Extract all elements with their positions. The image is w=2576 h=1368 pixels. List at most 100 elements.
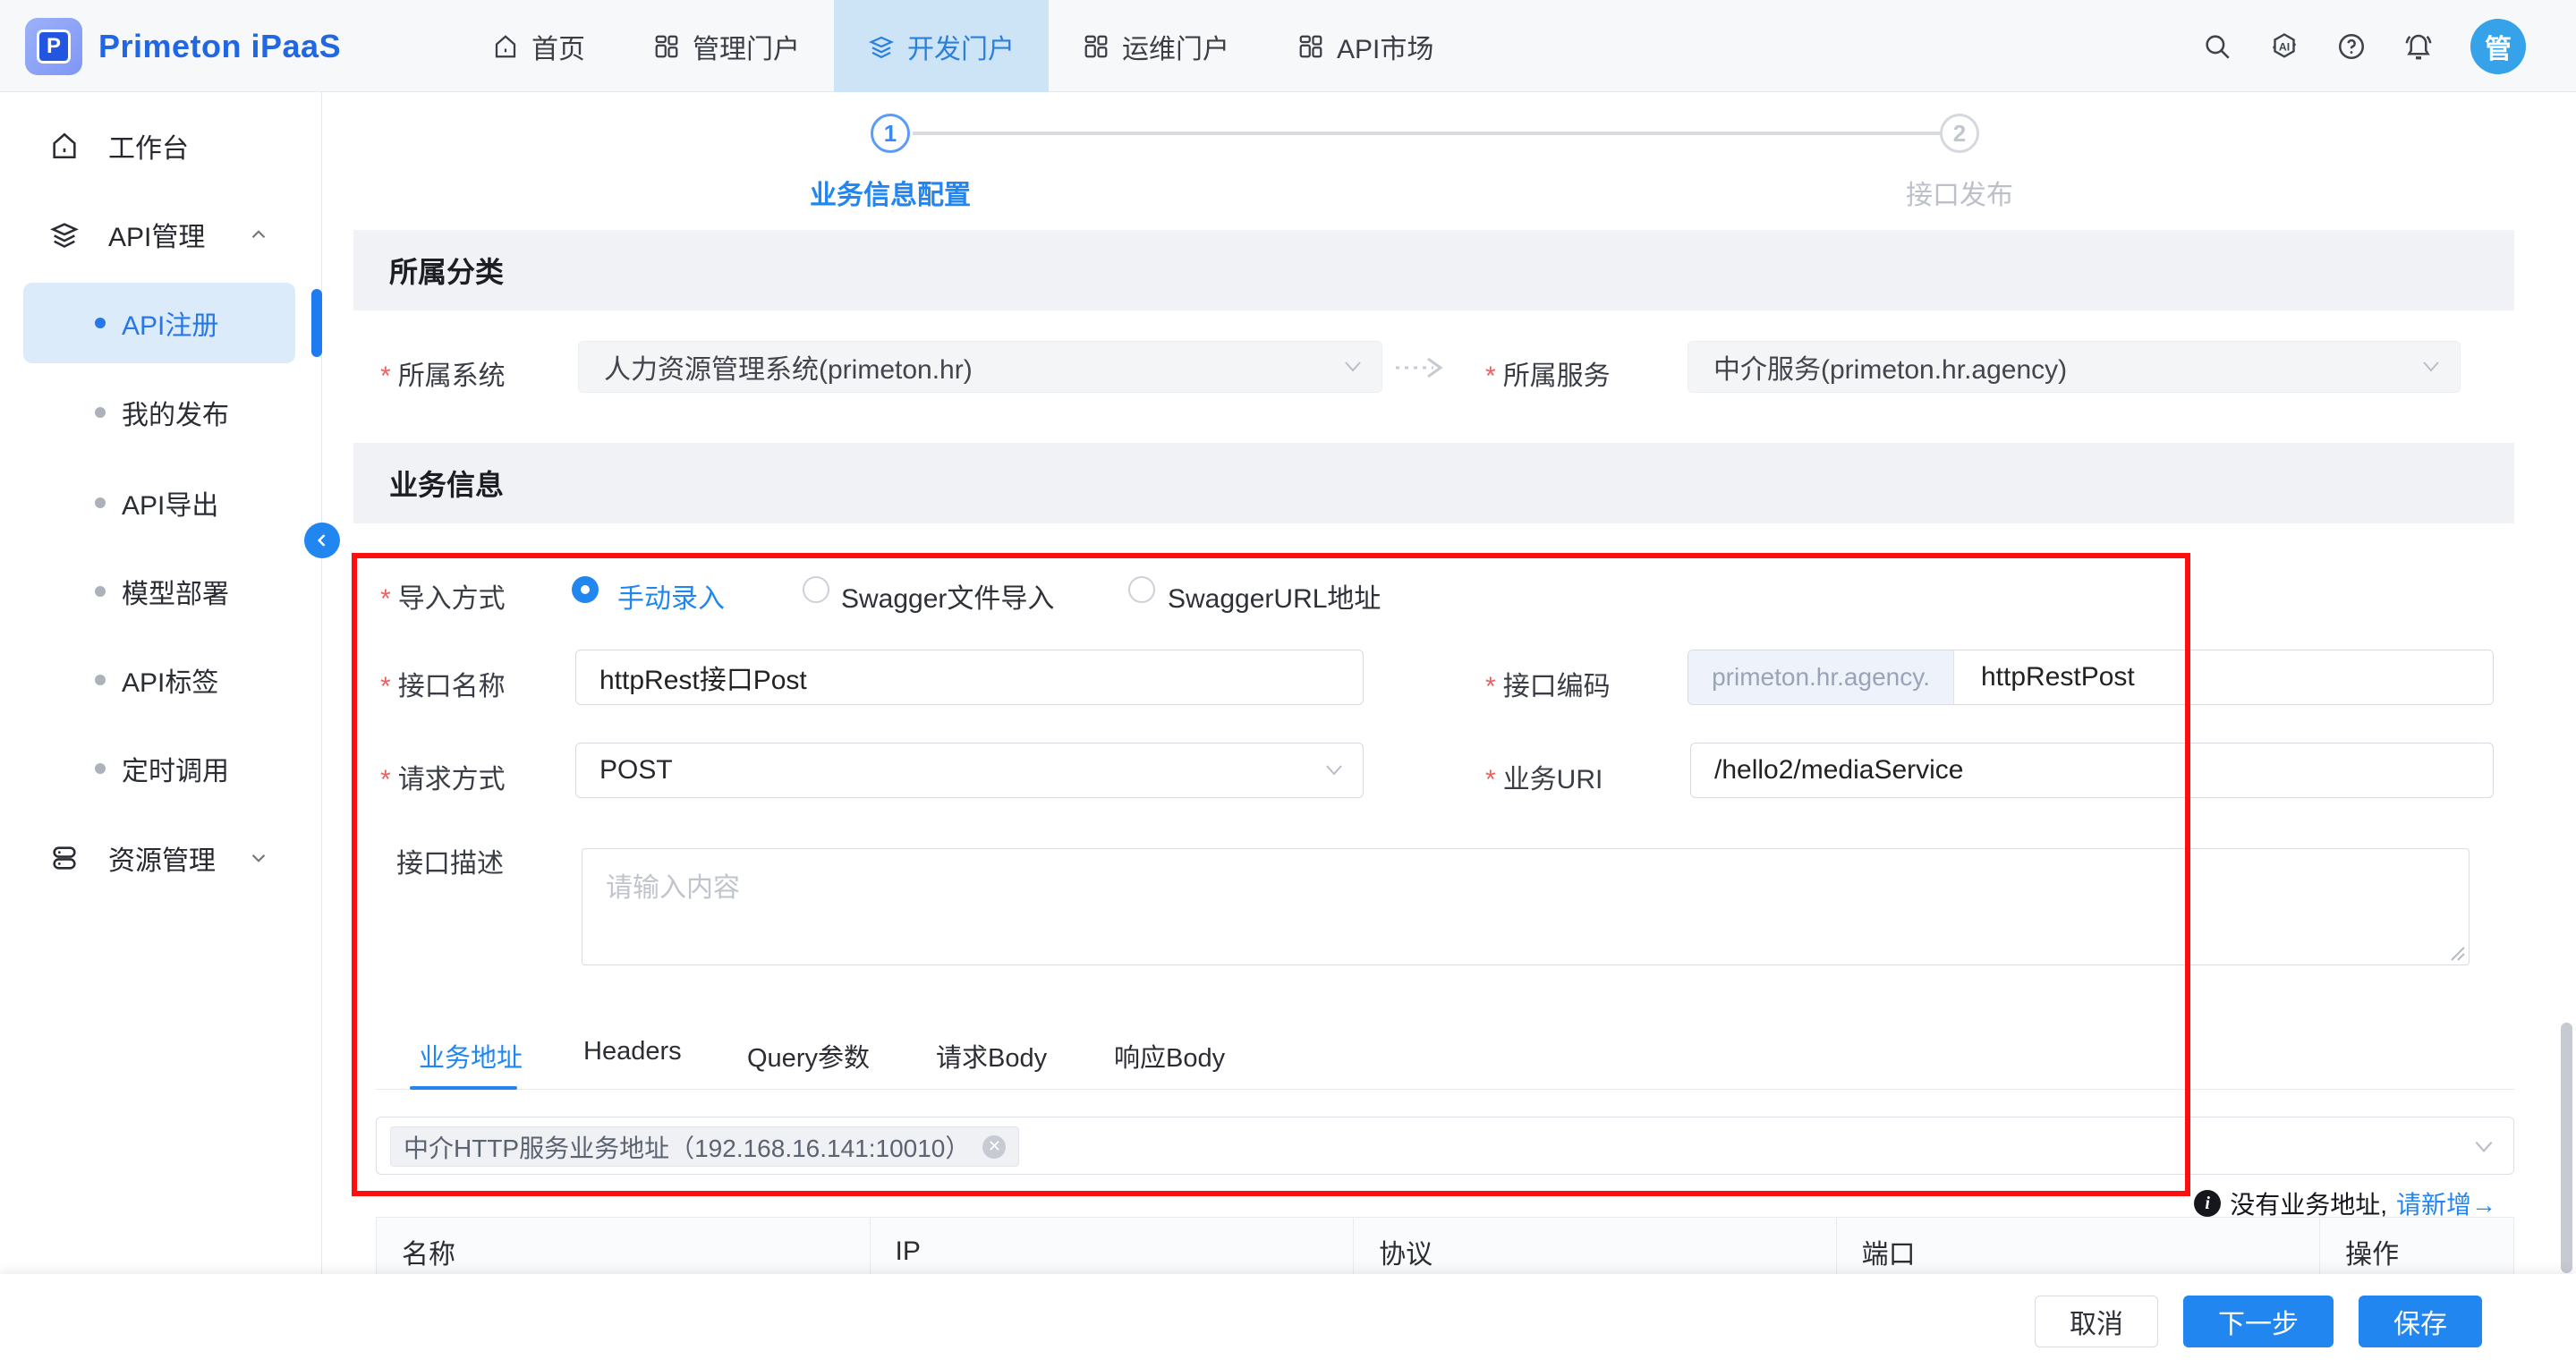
table-header-port: 端口 [1837, 1218, 2321, 1274]
nav-item-label: 开发门户 [907, 27, 1015, 66]
field-label-api-code: *接口编码 [1485, 664, 1611, 703]
nav-item-api-market[interactable]: API市场 [1263, 0, 1467, 92]
api-code-control: primeton.hr.agency. [1688, 650, 2494, 705]
active-tab-underline [410, 1086, 517, 1090]
system-select[interactable]: 人力资源管理系统(primeton.hr) [578, 341, 1382, 393]
sidebar-item-model-deploy[interactable]: 模型部署 [0, 547, 322, 635]
cancel-button[interactable]: 取消 [2035, 1296, 2158, 1347]
radio-manual-entry[interactable] [572, 576, 599, 603]
field-label-import-mode: *导入方式 [380, 576, 506, 616]
vertical-scrollbar-thumb[interactable] [2561, 1023, 2572, 1273]
field-label-uri: *业务URI [1485, 757, 1603, 796]
nav-item-label: 运维门户 [1122, 27, 1229, 66]
chevron-down-icon [2420, 360, 2442, 374]
step-1-circle: 1 [871, 114, 910, 153]
sidebar-item-label: 我的发布 [122, 393, 229, 432]
home-icon [492, 33, 519, 60]
sidebar-item-label: 模型部署 [122, 572, 229, 611]
nav-item-dev-portal[interactable]: 开发门户 [834, 0, 1049, 92]
tab-business-address[interactable]: 业务地址 [419, 1037, 523, 1075]
method-select[interactable]: POST [575, 743, 1364, 798]
help-icon[interactable] [2336, 31, 2367, 62]
sidebar-item-resource-management[interactable]: 资源管理 [0, 813, 322, 902]
bullet-dot-icon [95, 763, 106, 774]
nav-item-admin-portal[interactable]: 管理门户 [619, 0, 834, 92]
chevron-down-icon [1342, 360, 1364, 374]
sidebar-item-label: API注册 [122, 303, 218, 343]
radio-label-swagger-url[interactable]: SwaggerURL地址 [1168, 576, 1381, 616]
tabs-divider [376, 1089, 2514, 1090]
brand-logo-icon: P [25, 18, 82, 75]
bullet-dot-icon [95, 497, 106, 508]
navbar-actions: AI 管 [2202, 0, 2526, 92]
nav-item-label: API市场 [1337, 27, 1433, 66]
brand-logo-letter: P [37, 30, 71, 64]
service-select-value: 中介服务(primeton.hr.agency) [1713, 347, 2067, 387]
sidebar-item-api-export[interactable]: API导出 [0, 458, 322, 547]
field-label-api-name: *接口名称 [380, 664, 506, 703]
save-button[interactable]: 保存 [2359, 1296, 2482, 1347]
brand-name: Primeton iPaaS [98, 28, 341, 65]
sidebar-item-api-management[interactable]: API管理 [0, 190, 322, 278]
radio-label-swagger-file[interactable]: Swagger文件导入 [841, 576, 1054, 616]
description-textarea[interactable] [582, 848, 2470, 965]
sidebar-item-my-publish[interactable]: 我的发布 [0, 368, 322, 456]
address-tag: 中介HTTP服务业务地址（192.168.16.141:10010） ✕ [390, 1126, 1019, 1167]
info-icon: i [2194, 1190, 2221, 1217]
business-address-select[interactable]: 中介HTTP服务业务地址（192.168.16.141:10010） ✕ [376, 1117, 2514, 1175]
chevron-down-icon [1323, 763, 1345, 777]
tag-remove-icon[interactable]: ✕ [982, 1135, 1006, 1159]
radio-swagger-url[interactable] [1128, 576, 1155, 603]
sidebar-collapse-button[interactable] [304, 523, 340, 558]
next-step-button[interactable]: 下一步 [2183, 1296, 2334, 1347]
search-icon[interactable] [2202, 31, 2232, 62]
api-name-input[interactable] [575, 650, 1364, 705]
notification-bell-icon[interactable] [2402, 30, 2435, 63]
main-content: 1 2 业务信息配置 接口发布 所属分类 *所属系统 人力资源管理系统(prim… [322, 92, 2576, 1274]
active-indicator-bar [311, 289, 322, 357]
tab-query-params[interactable]: Query参数 [747, 1037, 870, 1075]
uri-input[interactable] [1690, 743, 2494, 798]
ai-assistant-icon[interactable]: AI [2268, 30, 2300, 63]
nav-item-home[interactable]: 首页 [458, 0, 619, 92]
bullet-dot-icon [95, 586, 106, 597]
sidebar-item-api-register[interactable]: API注册 [23, 283, 295, 363]
flow-arrow-icon [1392, 352, 1451, 384]
sidebar-item-label: 资源管理 [108, 838, 216, 878]
step-2-circle: 2 [1940, 114, 1979, 153]
tab-headers[interactable]: Headers [583, 1037, 682, 1066]
tab-request-body[interactable]: 请求Body [936, 1037, 1047, 1075]
system-select-value: 人力资源管理系统(primeton.hr) [604, 347, 973, 387]
field-label-method: *请求方式 [380, 757, 506, 796]
tab-response-body[interactable]: 响应Body [1114, 1037, 1225, 1075]
method-select-value: POST [599, 755, 673, 786]
service-select[interactable]: 中介服务(primeton.hr.agency) [1688, 341, 2461, 393]
user-avatar[interactable]: 管 [2470, 19, 2526, 74]
sidebar-item-label: 定时调用 [122, 749, 229, 788]
section-title-business-info: 业务信息 [353, 443, 2514, 523]
nav-item-ops-portal[interactable]: 运维门户 [1049, 0, 1263, 92]
sidebar-item-label: API导出 [122, 483, 218, 523]
sidebar-item-workbench[interactable]: 工作台 [0, 101, 322, 190]
field-label-description: 接口描述 [396, 841, 504, 880]
sidebar-item-scheduled-call[interactable]: 定时调用 [0, 724, 322, 812]
api-code-input[interactable] [1954, 650, 2493, 704]
hint-text: 没有业务地址, [2230, 1185, 2387, 1221]
radio-label-manual-entry[interactable]: 手动录入 [617, 576, 725, 616]
nav-item-label: 首页 [531, 27, 585, 66]
no-address-hint: i 没有业务地址, 请新增→ [2194, 1185, 2496, 1221]
svg-text:AI: AI [2279, 40, 2290, 53]
add-address-link[interactable]: 请新增→ [2396, 1185, 2496, 1221]
bullet-dot-icon [95, 407, 106, 418]
resize-grip-icon[interactable] [2444, 940, 2466, 962]
sidebar-item-label: 工作台 [108, 126, 189, 166]
radio-swagger-file[interactable] [803, 576, 829, 603]
sidebar-item-api-tags[interactable]: API标签 [0, 635, 322, 724]
footer-action-bar: 取消 下一步 保存 [0, 1274, 2576, 1368]
server-icon [49, 843, 80, 873]
sidebar-item-label: API标签 [122, 660, 218, 700]
brand[interactable]: P Primeton iPaaS [25, 0, 341, 92]
section-title-classification: 所属分类 [353, 230, 2514, 310]
step-2-label: 接口发布 [1825, 173, 2094, 212]
grid-icon [653, 33, 680, 60]
